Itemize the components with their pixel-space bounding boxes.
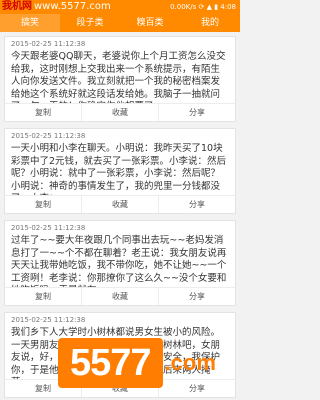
post-timestamp: 2015-02-25 11:12:38 [11, 132, 86, 140]
status-bar: 我机网 www.5577.com 0.00K/s ⟳ ▲ ▮ 4:08 [0, 0, 240, 14]
post-text: 今天跟老婆QQ聊天，老婆说你上个月工资怎么没交给我，这时刚想上交我出来一个系统提… [11, 51, 226, 103]
favorite-button[interactable]: 收藏 [82, 196, 159, 213]
favorite-button[interactable]: 收藏 [82, 104, 159, 121]
post-text: 过年了~~要大年夜跟几个同事出去玩~~老妈发消息打了一~~个不都在聊着？老王说：… [11, 235, 227, 287]
post-card: 2015-02-25 11:12:38 过年了~~要大年夜跟几个同事出去玩~~老… [4, 220, 236, 306]
watermark-logo: 5577 .com [58, 338, 216, 388]
post-timestamp: 2015-02-25 11:12:38 [11, 40, 86, 48]
tab-funny[interactable]: 搞笑 [0, 14, 60, 32]
watermark-label: 我机网 [2, 1, 32, 12]
share-button[interactable]: 分享 [159, 104, 235, 121]
post-card: 2015-02-25 11:12:38 今天跟老婆QQ聊天，老婆说你上个月工资怎… [4, 36, 236, 122]
status-indicators: 0.00K/s ⟳ ▲ ▮ 4:08 [170, 3, 236, 11]
post-actions: 复制 收藏 分享 [5, 195, 235, 213]
post-timestamp: 2015-02-25 11:12:38 [11, 224, 86, 232]
post-card: 2015-02-25 11:12:38 一天小明和小李在聊天。小明说：我昨天买了… [4, 128, 236, 214]
tab-jokes[interactable]: 段子类 [60, 14, 120, 32]
tab-qiubai[interactable]: 糗百类 [120, 14, 180, 32]
copy-button[interactable]: 复制 [5, 196, 82, 213]
watermark-url: www.5577.com [34, 1, 111, 12]
watermark-logo-box: 5577 [58, 338, 163, 388]
post-text: 一天小明和小李在聊天。小明说：我昨天买了10块彩票中了2元钱，就去买了一张彩票。… [11, 143, 227, 195]
tab-mine[interactable]: 我的 [180, 14, 240, 32]
watermark-top: 我机网 www.5577.com [2, 0, 111, 14]
post-actions: 复制 收藏 分享 [5, 103, 235, 121]
copy-button[interactable]: 复制 [5, 288, 82, 305]
post-timestamp: 2015-02-25 11:12:38 [11, 316, 86, 324]
copy-button[interactable]: 复制 [5, 104, 82, 121]
share-button[interactable]: 分享 [159, 288, 235, 305]
post-actions: 复制 收藏 分享 [5, 287, 235, 305]
favorite-button[interactable]: 收藏 [82, 288, 159, 305]
tab-bar: 搞笑 段子类 糗百类 我的 [0, 14, 240, 32]
watermark-logo-suffix: .com [164, 350, 216, 375]
share-button[interactable]: 分享 [159, 196, 235, 213]
watermark-logo-text: 5577 [70, 341, 152, 384]
